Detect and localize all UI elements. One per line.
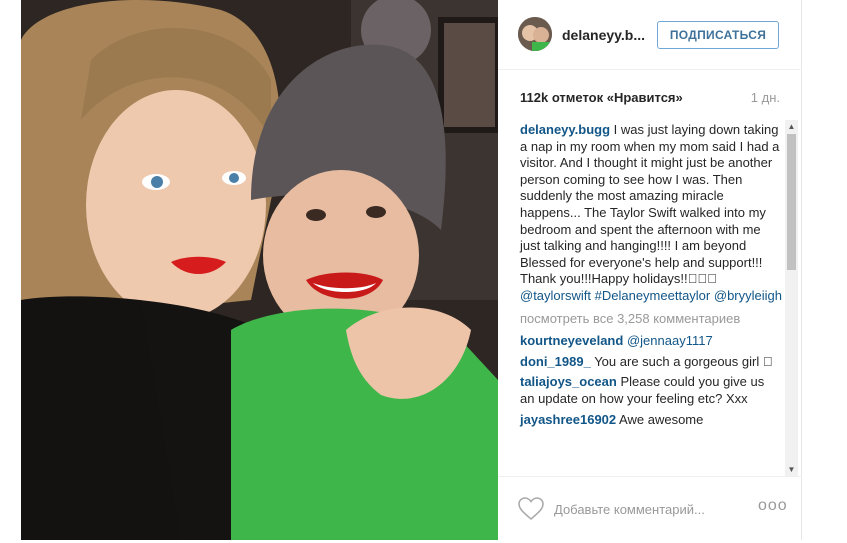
hashtag-link[interactable]: #Delaneymeettaylor [595,288,711,303]
follow-button[interactable]: ПОДПИСАТЬСЯ [657,21,779,49]
comment-username[interactable]: doni_1989_ [520,354,591,369]
likes-row: 112k отметок «Нравится» 1 дн. [498,70,802,120]
post-photo[interactable] [21,0,498,540]
post-footer: ooo [498,476,802,540]
avatar[interactable] [518,17,552,51]
more-options-icon[interactable]: ooo [758,497,788,515]
comment-text: You are such a gorgeous girl [590,353,763,369]
post-side-panel: delaneyy.b... ПОДПИСАТЬСЯ 112k отметок «… [498,0,802,540]
comment-username[interactable]: kourtneyeveland [520,333,623,348]
mention-link[interactable]: @jennaay1117 [627,333,713,348]
emoji-glyphs: 􀀁 [762,353,773,369]
scrollbar-thumb[interactable] [787,134,796,270]
comment-username[interactable]: jayashree16902 [520,412,616,427]
post-timestamp[interactable]: 1 дн. [751,90,780,105]
caption-comment: delaneyy.bugg I was just laying down tak… [520,122,782,305]
list-item: taliajoys_ocean Please could you give us… [520,374,782,407]
scroll-up-icon[interactable]: ▲ [785,120,798,133]
likes-count[interactable]: 112k отметок «Нравится» [520,90,683,105]
heart-icon[interactable] [518,497,544,521]
scroll-down-icon[interactable]: ▼ [785,463,798,476]
mention-link[interactable]: @taylorswift [520,288,591,303]
list-item: jayashree16902 Awe awesome [520,412,782,429]
comment-text: Awe awesome [616,411,704,427]
list-item: doni_1989_ You are such a gorgeous girl … [520,354,782,371]
username-link[interactable]: delaneyy.b... [562,27,645,43]
comment-username[interactable]: delaneyy.bugg [520,122,610,137]
comments-list: delaneyy.bugg I was just laying down tak… [520,122,782,432]
comment-username[interactable]: taliajoys_ocean [520,374,617,389]
avatar-image [518,17,552,51]
view-all-comments-link[interactable]: посмотреть все 3,258 комментариев [520,311,782,328]
post-header: delaneyy.b... ПОДПИСАТЬСЯ [498,0,802,70]
add-comment-input[interactable] [554,499,744,519]
mention-link[interactable]: @bryyleiigh [714,288,782,303]
comment-text: I was just laying down taking a nap in m… [520,122,780,287]
comments-scrollbar[interactable]: ▲ ▼ [785,120,798,476]
photo-illustration [21,0,498,540]
comments-section: delaneyy.bugg I was just laying down tak… [498,120,802,476]
list-item: kourtneyeveland @jennaay1117 [520,333,782,350]
emoji-glyphs: 􀀁􀀁􀀁 [687,271,717,287]
